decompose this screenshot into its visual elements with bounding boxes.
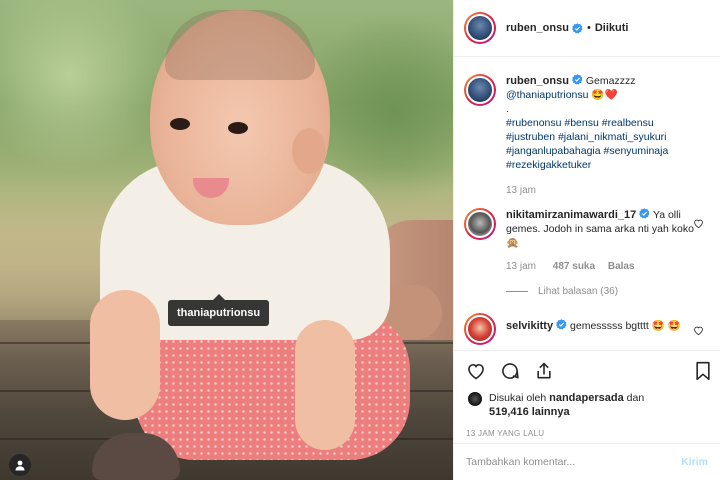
comment-likes[interactable]: 487 suka	[553, 261, 595, 272]
post-comment-button[interactable]: Kirim	[681, 456, 708, 468]
caption-hashtags[interactable]: #rubenonsu #bensu #realbensu #justruben …	[506, 116, 686, 172]
avatar[interactable]	[468, 392, 482, 406]
likes-count[interactable]: 519,416	[489, 406, 529, 418]
comment-item: selvikitty gemesssss bgtttt 🤩 🤩	[464, 313, 710, 345]
comment-text: gemesssss bgtttt 🤩 🤩	[570, 320, 681, 332]
post-side-panel: ruben_onsu • Diikuti ruben_onsu Gemazzzz…	[453, 0, 720, 480]
baby-eye	[228, 122, 248, 134]
view-replies-label: Lihat balasan (36)	[538, 286, 619, 297]
post-timestamp[interactable]: 13 JAM YANG LALU	[454, 429, 720, 438]
avatar[interactable]	[464, 208, 496, 240]
background-foliage	[0, 0, 170, 170]
caption-time: 13 jam	[506, 185, 537, 196]
likes-connector: dan	[626, 392, 645, 404]
header-username[interactable]: ruben_onsu	[506, 22, 569, 34]
baby-hair	[165, 10, 315, 80]
add-comment-bar: Kirim	[454, 443, 720, 480]
comment-username[interactable]: nikitamirzanimawardi_17	[506, 209, 636, 221]
comment-username[interactable]: selvikitty	[506, 320, 553, 332]
baby-eye	[170, 118, 190, 130]
baby-ear	[292, 128, 326, 174]
likes-user[interactable]: nandapersada	[549, 392, 624, 404]
reply-button[interactable]: Balas	[608, 261, 635, 272]
share-icon[interactable]	[534, 361, 554, 381]
comment-time: 13 jam	[506, 261, 537, 272]
like-comment-heart-icon[interactable]	[693, 325, 704, 336]
verified-badge-icon	[572, 74, 583, 85]
view-replies-button[interactable]: Lihat balasan (36)	[506, 286, 710, 297]
comment-input[interactable]	[466, 456, 682, 468]
verified-badge-icon	[572, 22, 583, 33]
caption: ruben_onsu Gemazzzz @thaniaputrionsu 🤩❤️…	[464, 74, 710, 198]
caption-text: Gemazzzz	[585, 75, 636, 87]
likes-summary: Disukai oleh nandapersada dan 519,416 la…	[454, 391, 720, 419]
comment-item: nikitamirzanimawardi_17 Ya olli gemes. J…	[464, 208, 710, 274]
avatar[interactable]	[464, 74, 496, 106]
comment-bubble-icon[interactable]	[500, 361, 520, 381]
separator-dot: •	[586, 22, 591, 34]
caption-username[interactable]: ruben_onsu	[506, 75, 569, 87]
likes-prefix: Disukai oleh	[489, 392, 547, 404]
baby-arm	[90, 290, 160, 420]
caption-dot: .	[506, 103, 509, 115]
caption-emoji: 🤩❤️	[591, 89, 618, 101]
save-bookmark-icon[interactable]	[694, 361, 712, 381]
user-tag-tooltip[interactable]: thaniaputrionsu	[168, 294, 270, 326]
avatar[interactable]	[464, 313, 496, 345]
following-button[interactable]: Diikuti	[595, 22, 629, 34]
verified-badge-icon	[639, 208, 650, 219]
caption-mention[interactable]: @thaniaputrionsu	[506, 89, 588, 101]
post-actions: Disukai oleh nandapersada dan 519,416 la…	[454, 350, 720, 440]
post-header: ruben_onsu • Diikuti	[454, 0, 720, 57]
verified-badge-icon	[556, 319, 567, 330]
post-photo[interactable]: thaniaputrionsu	[0, 0, 453, 480]
avatar[interactable]	[464, 12, 496, 44]
like-comment-heart-icon[interactable]	[693, 218, 704, 229]
likes-suffix[interactable]: lainnya	[532, 406, 570, 418]
baby-arm	[295, 320, 355, 450]
user-tag-icon[interactable]	[9, 454, 31, 476]
like-heart-icon[interactable]	[466, 361, 486, 381]
comments-list[interactable]: ruben_onsu Gemazzzz @thaniaputrionsu 🤩❤️…	[454, 58, 720, 349]
